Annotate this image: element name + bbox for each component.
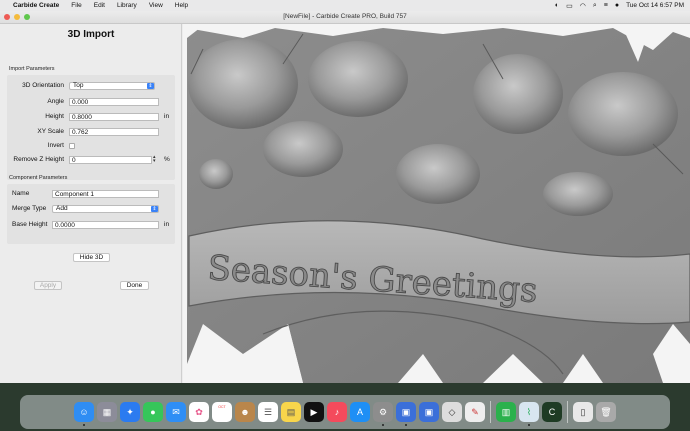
messages-icon[interactable]: ● [143, 402, 163, 422]
relief-leaf [308, 41, 408, 117]
relief-leaf [263, 121, 343, 177]
chevron-updown-icon: ⇕ [151, 206, 158, 212]
numbers-icon[interactable]: ▥ [496, 402, 516, 422]
wifi-icon[interactable]: ◠ [580, 2, 586, 10]
orientation-value: Top [73, 82, 84, 89]
base-height-unit: in [164, 221, 170, 228]
base-height-row: Base Height 0.0000 in [7, 220, 175, 230]
menu-library[interactable]: Library [117, 2, 137, 9]
window-titlebar[interactable]: [NewFile] - Carbide Create PRO, Build 75… [0, 11, 690, 24]
component-parameters-label: Component Parameters [9, 175, 68, 181]
done-button[interactable]: Done [120, 281, 149, 290]
launchpad-icon[interactable]: ▦ [97, 402, 117, 422]
merge-type-select[interactable]: Add ⇕ [52, 205, 159, 213]
roblox-icon[interactable]: ◇ [442, 402, 462, 422]
apply-button[interactable]: Apply [34, 281, 62, 290]
notes-icon[interactable]: ▤ [281, 402, 301, 422]
calendar-icon[interactable]: OCT 14 [212, 402, 232, 422]
remove-z-input[interactable]: 0 [69, 156, 152, 164]
3d-import-panel: 3D Import Import Parameters 3D Orientati… [0, 24, 182, 383]
xy-scale-label: XY Scale [37, 128, 64, 135]
orientation-select[interactable]: Top ⇕ [69, 82, 155, 90]
menu-file[interactable]: File [71, 2, 81, 9]
reminders-icon[interactable]: ☰ [258, 402, 278, 422]
angle-row: Angle 0.000 [7, 97, 175, 107]
hide-3d-button[interactable]: Hide 3D [73, 253, 110, 262]
xy-scale-row: XY Scale 0.762 [7, 127, 175, 137]
relief-leaf [188, 39, 298, 129]
orientation-label: 3D Orientation [22, 82, 64, 89]
trash-icon[interactable]: 🗑 [596, 402, 616, 422]
menu-clock[interactable]: Tue Oct 14 6:57 PM [626, 2, 684, 9]
dock-separator [567, 401, 568, 423]
invert-row: Invert [7, 141, 175, 151]
name-row: Name Component 1 [7, 189, 175, 199]
import-parameters-label: Import Parameters [9, 66, 55, 72]
relief-preview: Season's Greetings [183, 24, 690, 383]
angle-input[interactable]: 0.000 [69, 98, 159, 106]
photos-icon[interactable]: ✿ [189, 402, 209, 422]
xy-scale-input[interactable]: 0.762 [69, 128, 159, 136]
control-center-icon[interactable]: ≡ [604, 2, 608, 9]
component-parameters-group: Name Component 1 Merge Type Add ⇕ Base H… [7, 184, 175, 244]
search-icon[interactable]: ⌕ [593, 2, 597, 10]
height-input[interactable]: 0.8000 [69, 113, 159, 121]
base-height-input[interactable]: 0.0000 [52, 221, 159, 229]
import-parameters-group: 3D Orientation Top ⇕ Angle 0.000 Height … [7, 75, 175, 180]
invert-label: Invert [47, 142, 64, 149]
height-label: Height [45, 113, 64, 120]
dock-separator [490, 401, 491, 423]
base-height-label: Base Height [12, 221, 48, 228]
siri-icon[interactable]: ● [615, 2, 619, 9]
orientation-row: 3D Orientation Top ⇕ [7, 81, 175, 91]
battery-icon[interactable]: ▭ [566, 2, 573, 10]
carbide-icon[interactable]: ▣ [419, 402, 439, 422]
relief-leaf [568, 72, 678, 156]
3d-relief-viewport[interactable]: Season's Greetings [183, 24, 690, 383]
remove-z-unit: % [164, 156, 170, 163]
menu-view[interactable]: View [149, 2, 163, 9]
texteditor-icon[interactable]: ✎ [465, 402, 485, 422]
invert-checkbox[interactable] [69, 143, 75, 149]
system-settings-icon[interactable]: ⚙ [373, 402, 393, 426]
remove-z-label: Remove Z Height [13, 156, 64, 163]
height-row: Height 0.8000 in [7, 112, 175, 122]
carbide-create-icon[interactable]: ⌇ [519, 402, 539, 426]
menu-help[interactable]: Help [175, 2, 188, 9]
relief-berry [199, 159, 233, 189]
status-app-icon[interactable]: ◐ [555, 2, 559, 9]
safari-icon[interactable]: ✦ [120, 402, 140, 422]
relief-leaf [473, 54, 563, 134]
relief-leaf [396, 144, 480, 204]
merge-type-value: Add [56, 205, 68, 212]
remove-z-row: Remove Z Height 0 ▴ ▾ % [7, 155, 175, 165]
carbide-motion-icon[interactable]: C [542, 402, 562, 422]
remove-z-stepper[interactable]: ▴ ▾ [153, 155, 156, 164]
menu-bar: Carbide Create File Edit Library View He… [0, 0, 690, 11]
component-name-input[interactable]: Component 1 [52, 190, 159, 198]
window-title: [NewFile] - Carbide Create PRO, Build 75… [283, 13, 407, 20]
height-unit: in [164, 113, 170, 120]
contacts-icon[interactable]: ☻ [235, 402, 255, 422]
app-window: [NewFile] - Carbide Create PRO, Build 75… [0, 11, 690, 383]
mail-icon[interactable]: ✉ [166, 402, 186, 422]
menu-edit[interactable]: Edit [94, 2, 105, 9]
name-label: Name [12, 190, 30, 197]
dock: ☺ ▦ ✦ ● ✉ ✿ OCT 14 ☻ ☰ ▤ ▶ ♪ A ⚙ ▣ ▣ ◇ ✎… [20, 395, 670, 429]
menu-app-name[interactable]: Carbide Create [13, 2, 59, 9]
screen-sharing-icon[interactable]: ▣ [396, 402, 416, 426]
music-icon[interactable]: ♪ [327, 402, 347, 422]
apple-tv-icon[interactable]: ▶ [304, 402, 324, 422]
merge-type-row: Merge Type Add ⇕ [7, 204, 175, 214]
relief-leaf [543, 172, 613, 216]
panel-title: 3D Import [67, 29, 115, 40]
calendar-day: 14 [216, 409, 227, 419]
finder-icon[interactable]: ☺ [74, 402, 94, 426]
app-store-icon[interactable]: A [350, 402, 370, 422]
chevron-updown-icon: ⇕ [147, 83, 154, 89]
merge-type-label: Merge Type [12, 205, 47, 212]
angle-label: Angle [47, 98, 64, 105]
preview-icon[interactable]: ▯ [573, 402, 593, 422]
